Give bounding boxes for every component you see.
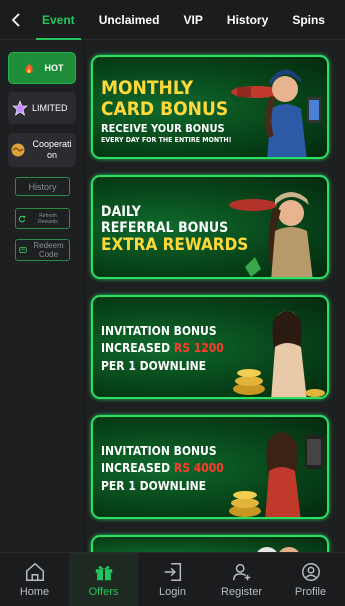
handshake-icon <box>10 142 26 158</box>
aviator-character-illustration <box>229 192 313 277</box>
woman-with-coins-illustration <box>229 432 323 517</box>
refresh-rewards-label: Refresh Rewards <box>38 212 58 225</box>
login-icon <box>164 563 181 581</box>
nav-login[interactable]: Login <box>138 553 207 606</box>
category-cooperation-label: Cooperati on <box>32 139 72 160</box>
banner-title-line2: REFERRAL BONUS <box>101 220 229 236</box>
banner-title-line2: INCREASED RS 4000 <box>101 461 224 475</box>
banner-title-line2: INCREASED RS 1200 <box>101 341 224 355</box>
monthly-card-bonus-banner[interactable]: MONTHLY CARD BONUS RECEIVE YOUR BONUS EV… <box>91 55 329 159</box>
bottom-navigation: Home Offers Login Register Profile <box>0 552 345 606</box>
nav-offers-label: Offers <box>88 586 119 598</box>
banner-title-line3: PER 1 DOWNLINE <box>101 359 207 373</box>
redeem-code-button[interactable]: Redeem Code <box>15 239 70 261</box>
invitation-bonus-4000-banner[interactable]: INVITATION BONUS INCREASED RS 4000 PER 1… <box>91 415 329 519</box>
category-cooperation[interactable]: Cooperati on <box>8 133 76 167</box>
history-button[interactable]: History <box>15 177 70 196</box>
tab-spins[interactable]: Spins <box>286 0 331 40</box>
category-limited[interactable]: LIMITED <box>8 92 76 124</box>
banner-caption: EVERY DAY FOR THE ENTIRE MONTH! <box>101 136 232 144</box>
ticket-icon <box>18 247 27 253</box>
nav-offers[interactable]: Offers <box>69 553 138 606</box>
tab-event[interactable]: Event <box>36 0 81 40</box>
star-icon <box>12 100 28 116</box>
nav-home-label: Home <box>19 586 50 598</box>
banner-title-line1: INVITATION BONUS <box>101 324 217 338</box>
home-icon <box>25 562 44 581</box>
tab-bar: Event Unclaimed VIP History Spins <box>32 0 345 40</box>
chevron-left-icon <box>11 12 20 27</box>
hot-icon <box>21 60 37 76</box>
refresh-rewards-button[interactable]: Refresh Rewards <box>15 208 70 229</box>
pilot-character-illustration <box>231 69 321 157</box>
gift-icon <box>95 565 112 581</box>
redeem-code-label: Redeem Code <box>33 241 64 259</box>
nav-register[interactable]: Register <box>207 553 276 606</box>
add-user-icon <box>232 563 250 581</box>
back-button[interactable] <box>0 0 32 40</box>
bonus-amount: RS 4000 <box>173 461 224 475</box>
top-bar: Event Unclaimed VIP History Spins <box>0 0 345 40</box>
nav-profile-label: Profile <box>294 586 327 598</box>
profile-icon <box>301 563 320 581</box>
banner-subtitle: RECEIVE YOUR BONUS <box>101 122 225 135</box>
banner-title-line2: CARD BONUS <box>101 98 229 120</box>
tab-vip[interactable]: VIP <box>178 0 209 40</box>
category-limited-label: LIMITED <box>32 103 68 113</box>
tab-history[interactable]: History <box>221 0 274 40</box>
woman-with-coins-illustration <box>233 311 325 397</box>
nav-login-label: Login <box>159 586 186 598</box>
banner-title-line1: DAILY <box>101 204 141 220</box>
category-hot[interactable]: HOT <box>8 52 76 84</box>
banner-title-line1: INVITATION BONUS <box>101 444 217 458</box>
category-sidebar: HOT LIMITED Cooperati on History Refresh… <box>0 40 84 552</box>
nav-profile[interactable]: Profile <box>276 553 345 606</box>
sidebar-divider <box>84 40 85 552</box>
banner-title-line1: MONTHLY <box>101 77 194 99</box>
tab-unclaimed[interactable]: Unclaimed <box>93 0 166 40</box>
category-hot-label: HOT <box>44 63 64 73</box>
refresh-icon <box>18 215 26 222</box>
invitation-bonus-1200-banner[interactable]: INVITATION BONUS INCREASED RS 1200 PER 1… <box>91 295 329 399</box>
banner-title-line3: PER 1 DOWNLINE <box>101 479 207 493</box>
nav-register-label: Register <box>221 586 262 598</box>
daily-referral-bonus-banner[interactable]: DAILY REFERRAL BONUS EXTRA REWARDS <box>91 175 329 279</box>
nav-home[interactable]: Home <box>0 553 69 606</box>
bonus-amount: RS 1200 <box>173 341 224 355</box>
